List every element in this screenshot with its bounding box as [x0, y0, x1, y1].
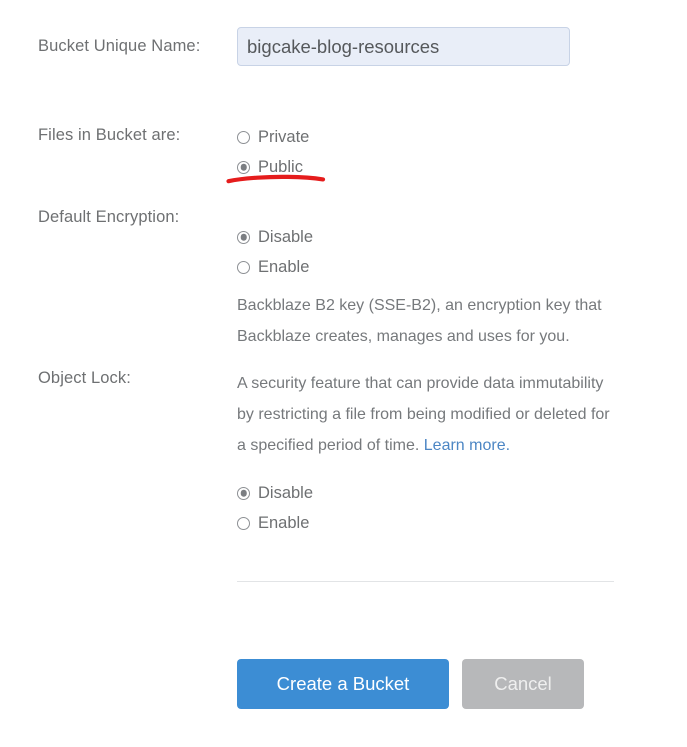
radio-option-objectlock-disable[interactable]: Disable — [237, 478, 637, 508]
bucket-name-field-body — [237, 27, 637, 66]
object-lock-label: Object Lock: — [38, 369, 228, 388]
radio-public-label: Public — [258, 159, 303, 176]
radio-option-objectlock-enable[interactable]: Enable — [237, 508, 637, 538]
form-divider — [237, 581, 614, 582]
radio-encryption-disable-icon[interactable] — [237, 231, 250, 244]
bucket-name-input[interactable] — [237, 27, 570, 66]
cancel-button[interactable]: Cancel — [462, 659, 584, 709]
radio-objectlock-enable-label: Enable — [258, 515, 309, 532]
radio-option-public[interactable]: Public — [237, 152, 637, 182]
object-lock-body: A security feature that can provide data… — [237, 368, 637, 538]
radio-objectlock-enable-icon[interactable] — [237, 517, 250, 530]
files-visibility-label: Files in Bucket are: — [38, 126, 228, 145]
radio-private-label: Private — [258, 129, 309, 146]
create-bucket-form: Bucket Unique Name: Files in Bucket are:… — [0, 0, 687, 747]
default-encryption-label: Default Encryption: — [38, 208, 228, 227]
default-encryption-description: Backblaze B2 key (SSE-B2), an encryption… — [237, 290, 619, 352]
object-lock-spacer — [237, 461, 637, 478]
radio-encryption-enable-label: Enable — [258, 259, 309, 276]
radio-option-encryption-disable[interactable]: Disable — [237, 222, 637, 252]
radio-option-private[interactable]: Private — [237, 122, 637, 152]
files-visibility-options: Private Public — [237, 122, 637, 182]
create-bucket-button[interactable]: Create a Bucket — [237, 659, 449, 709]
radio-objectlock-disable-icon[interactable] — [237, 487, 250, 500]
radio-encryption-disable-label: Disable — [258, 229, 313, 246]
radio-encryption-enable-icon[interactable] — [237, 261, 250, 274]
default-encryption-options: Disable Enable Backblaze B2 key (SSE-B2)… — [237, 222, 637, 352]
object-lock-learn-more-link[interactable]: Learn more. — [424, 437, 510, 454]
radio-public-icon[interactable] — [237, 161, 250, 174]
radio-option-encryption-enable[interactable]: Enable — [237, 252, 637, 282]
object-lock-description-block: A security feature that can provide data… — [237, 368, 619, 461]
radio-objectlock-disable-label: Disable — [258, 485, 313, 502]
radio-private-icon[interactable] — [237, 131, 250, 144]
bucket-name-label: Bucket Unique Name: — [38, 37, 228, 56]
